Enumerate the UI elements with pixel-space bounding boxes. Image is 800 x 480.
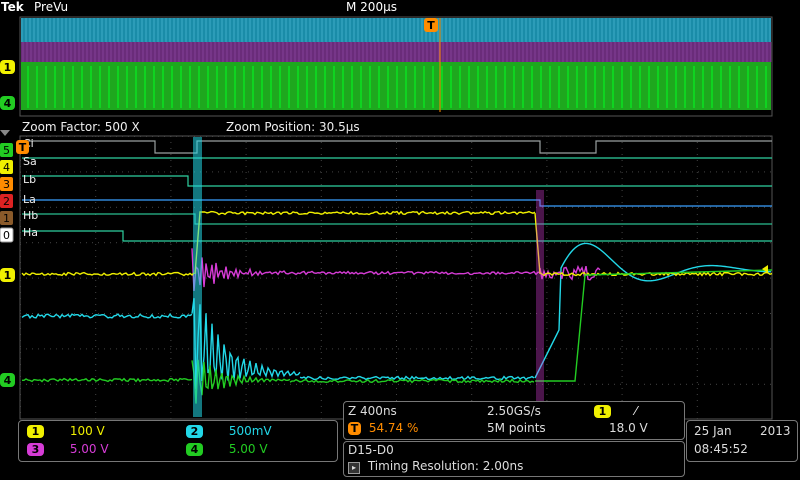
timing-resolution-value: Timing Resolution: 2.00ns [368, 459, 524, 473]
trigger-slope-icon: ⁄ [635, 404, 637, 418]
marker-d2-label: 2 [3, 195, 10, 208]
digital-label-la: La [23, 193, 36, 206]
zoom-factor: Zoom Factor: 500 X [22, 120, 140, 134]
ch3-scale: 5.00 V [70, 442, 109, 456]
bus-name: D15-D0 [348, 443, 394, 457]
trigger-position-icon: T [348, 422, 361, 435]
marker-d5-label: 5 [3, 144, 10, 157]
ch1-ground-label: 1 [4, 269, 12, 282]
ch1-scale: 100 V [70, 424, 105, 438]
ch4-scale: 5.00 V [229, 442, 268, 456]
ch4-badge: 4 [186, 443, 203, 456]
trigger-position-value: 54.74 % [369, 421, 419, 435]
digital-label-sa: Sa [23, 155, 37, 168]
marker-d4-label: 4 [3, 161, 10, 174]
datetime-panel: 25 Jan 2013 08:45:52 [686, 420, 798, 462]
zoom-position: Zoom Position: 30.5µs [226, 120, 360, 134]
main-trigger-label: T [19, 141, 27, 154]
ch2-scale-item[interactable]: 2 500mV [186, 424, 272, 438]
trigger-source-badge: 1 [594, 405, 611, 418]
digital-channel-markers: 5 4 3 2 1 0 [0, 143, 13, 242]
trigger-position: T 54.74 % [348, 421, 418, 435]
year: 2013 [760, 424, 791, 438]
ch2-scale: 500mV [229, 424, 272, 438]
trigger-source: 1 ⁄ [594, 404, 637, 418]
zoom-timebase: Z 400ns [348, 404, 397, 418]
zoom-expand-arrow[interactable] [0, 130, 10, 136]
marker-d3-label: 3 [3, 178, 10, 191]
waveform-display: T 1 4 5 4 3 2 1 0 Ci Sa Lb La Hb [0, 0, 800, 420]
channel-scale-panel: 1 100 V 2 500mV 3 5.00 V 4 5.00 V [18, 420, 338, 462]
digital-label-hb: Hb [23, 209, 38, 222]
record-length: 5M points [487, 421, 546, 435]
digital-label-ha: Ha [23, 226, 38, 239]
time: 08:45:52 [694, 442, 748, 456]
timing-icon: ▸ [348, 462, 360, 474]
ch1-scale-item[interactable]: 1 100 V [27, 424, 105, 438]
timing-resolution: ▸ Timing Resolution: 2.00ns [348, 459, 523, 474]
ch4-ground-label: 4 [4, 374, 12, 387]
ch3-badge: 3 [27, 443, 44, 456]
ch2-badge: 2 [186, 425, 203, 438]
date: 25 Jan [694, 424, 732, 438]
ch3-scale-item[interactable]: 3 5.00 V [27, 442, 109, 456]
trigger-level: 18.0 V [609, 421, 648, 435]
marker-d0-label: 0 [3, 229, 10, 242]
ch4-scale-item[interactable]: 4 5.00 V [186, 442, 268, 456]
overview-ch1-label: 1 [4, 61, 12, 74]
acquisition-panel[interactable]: Z 400ns 2.50GS/s 1 ⁄ T 54.74 % 5M points… [343, 401, 685, 440]
overview-ch4-label: 4 [4, 97, 12, 110]
overview-trigger-label: T [427, 19, 435, 32]
bus-panel[interactable]: D15-D0 ▸ Timing Resolution: 2.00ns [343, 441, 685, 477]
digital-label-lb: Lb [23, 173, 36, 186]
marker-d1-label: 1 [3, 212, 10, 225]
sample-rate: 2.50GS/s [487, 404, 541, 418]
ch1-badge: 1 [27, 425, 44, 438]
